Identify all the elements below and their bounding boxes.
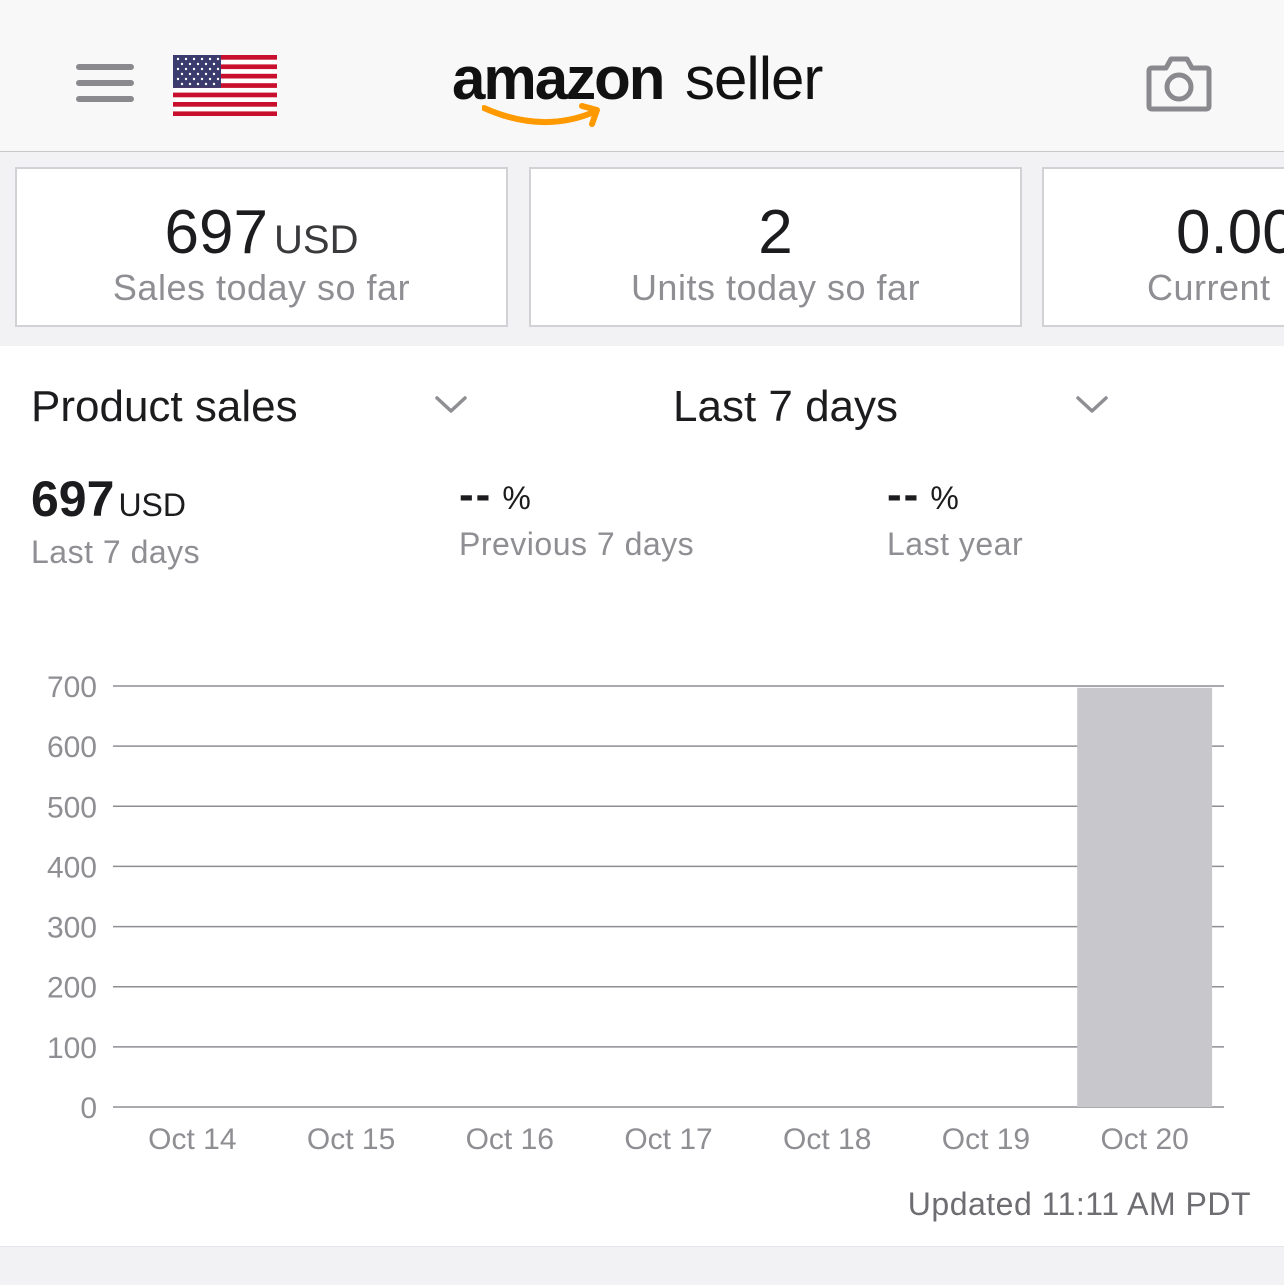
stat-last-7-days: 697 USD Last 7 days (31, 470, 200, 571)
stat-last-year: --% Last year (887, 470, 1023, 563)
x-tick-label: Oct 15 (307, 1123, 395, 1156)
date-range-dropdown[interactable]: Last 7 days (673, 378, 1113, 438)
stat-label: Previous 7 days (459, 526, 695, 562)
y-tick-label: 300 (47, 912, 97, 945)
x-tick-label: Oct 20 (1100, 1123, 1188, 1156)
camera-icon[interactable] (1146, 54, 1212, 114)
y-tick-label: 400 (47, 851, 97, 884)
stat-unit: % (502, 480, 531, 516)
card-label: Units today so far (630, 267, 921, 308)
x-tick-label: Oct 19 (942, 1123, 1030, 1156)
x-tick-label: Oct 16 (466, 1123, 554, 1156)
card-current-balance[interactable]: 0.00 Current (1042, 167, 1284, 327)
y-tick-label: 500 (47, 791, 97, 824)
y-tick-label: 0 (80, 1092, 97, 1125)
amazon-seller-logo: amazon seller (452, 36, 872, 136)
metric-cards-carousel[interactable]: 697 USD Sales today so far 2 Units today … (0, 152, 1284, 346)
y-tick-label: 700 (47, 671, 97, 704)
metric-dropdown-value: Product sales (31, 382, 298, 431)
card-value: 2 (758, 198, 793, 267)
hamburger-menu-icon[interactable] (76, 62, 134, 104)
y-tick-label: 200 (47, 972, 97, 1005)
us-flag-icon[interactable] (173, 55, 277, 116)
y-tick-label: 100 (47, 1032, 97, 1065)
stat-value: 697 (31, 471, 115, 527)
sales-chart-panel: Product sales Last 7 days 697 USD Last 7 … (0, 346, 1284, 1246)
stat-previous-7-days: --% Previous 7 days (459, 470, 694, 563)
top-nav-bar: amazon seller (0, 0, 1284, 152)
metric-dropdown[interactable]: Product sales (31, 378, 471, 438)
chevron-down-icon (1076, 396, 1108, 413)
x-tick-label: Oct 17 (624, 1123, 712, 1156)
x-tick-label: Oct 14 (148, 1123, 236, 1156)
card-label: Sales today so far (112, 267, 411, 308)
date-range-dropdown-value: Last 7 days (673, 382, 899, 431)
card-units-today[interactable]: 2 Units today so far (529, 167, 1022, 327)
chevron-down-icon (435, 396, 467, 413)
updated-timestamp: Updated 11:11 AM PDT (907, 1186, 1251, 1222)
card-value: 0.00 (1176, 198, 1284, 267)
x-tick-label: Oct 18 (783, 1123, 871, 1156)
footer-strip (0, 1246, 1284, 1285)
stat-value: -- (887, 470, 921, 519)
amazon-smile-icon (482, 103, 600, 127)
card-value: 697 USD (164, 198, 359, 267)
card-label: Current (1147, 267, 1271, 308)
stat-label: Last 7 days (31, 534, 201, 570)
logo-product-text: seller (685, 45, 823, 112)
card-sales-today[interactable]: 697 USD Sales today so far (15, 167, 508, 327)
card-unit: USD (274, 218, 359, 262)
y-tick-label: 600 (47, 731, 97, 764)
chart-bar (1077, 687, 1213, 1107)
stat-unit: % (930, 480, 959, 516)
stat-label: Last year (887, 526, 1024, 562)
sales-bar-chart: 0 100 200 300 400 500 600 700 Oct 14 Oct 15 Oct 16… (47, 671, 1224, 1156)
stat-value: -- (459, 470, 493, 519)
stat-unit: USD (118, 487, 186, 523)
